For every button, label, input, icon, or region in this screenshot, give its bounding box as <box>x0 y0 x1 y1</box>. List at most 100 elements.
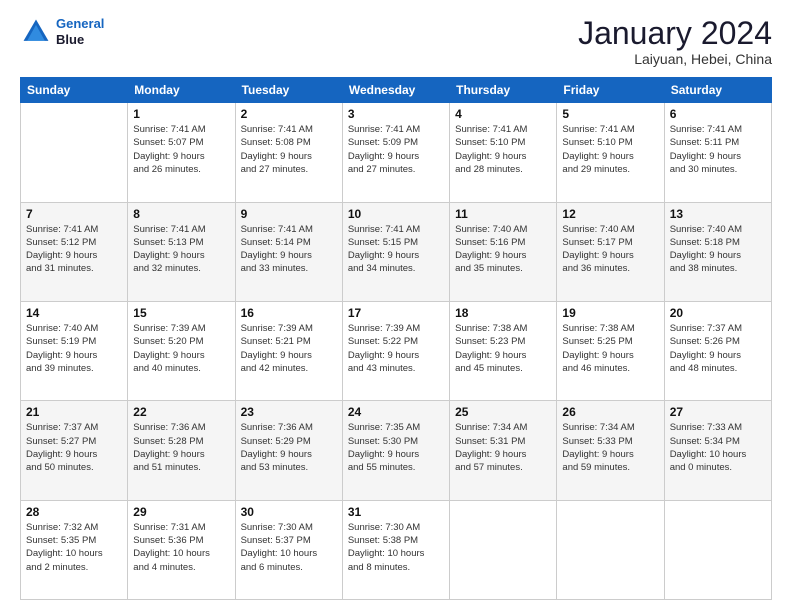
day-cell: 12Sunrise: 7:40 AM Sunset: 5:17 PM Dayli… <box>557 202 664 301</box>
day-cell: 18 Sunrise: 7:38 AM Sunset: 5:23 PM Dayli… <box>450 301 557 400</box>
day-number: 4 <box>455 107 551 121</box>
day-cell: 22 Sunrise: 7:36 AM Sunset: 5:28 PM Dayli… <box>128 401 235 500</box>
day-number: 27 <box>670 405 766 419</box>
day-number: 25 <box>455 405 551 419</box>
day-info: Sunrise: 7:41 AM Sunset: 5:11 PM Dayligh… <box>670 123 766 176</box>
col-header-saturday: Saturday <box>664 78 771 103</box>
day-number: 22 <box>133 405 229 419</box>
day-number: 3 <box>348 107 444 121</box>
day-number: 17 <box>348 306 444 320</box>
page: General Blue January 2024 Laiyuan, Hebei… <box>0 0 792 612</box>
day-info: Sunrise: 7:30 AM Sunset: 5:37 PM Dayligh… <box>241 521 337 574</box>
location: Laiyuan, Hebei, China <box>578 51 772 67</box>
week-row-3: 14Sunrise: 7:40 AM Sunset: 5:19 PM Dayli… <box>21 301 772 400</box>
day-info: Sunrise: 7:41 AM Sunset: 5:12 PM Dayligh… <box>26 223 122 276</box>
day-number: 15 <box>133 306 229 320</box>
col-header-wednesday: Wednesday <box>342 78 449 103</box>
day-cell <box>21 103 128 202</box>
week-row-4: 21 Sunrise: 7:37 AM Sunset: 5:27 PM Dayli… <box>21 401 772 500</box>
logo-icon <box>20 16 52 48</box>
day-number: 23 <box>241 405 337 419</box>
day-number: 19 <box>562 306 658 320</box>
day-number: 16 <box>241 306 337 320</box>
day-number: 11 <box>455 207 551 221</box>
day-number: 28 <box>26 505 122 519</box>
day-cell: 10 Sunrise: 7:41 AM Sunset: 5:15 PM Dayli… <box>342 202 449 301</box>
day-info: Sunrise: 7:35 AM Sunset: 5:30 PM Dayligh… <box>348 421 444 474</box>
day-number: 14 <box>26 306 122 320</box>
title-block: January 2024 Laiyuan, Hebei, China <box>578 16 772 67</box>
day-cell: 2 Sunrise: 7:41 AM Sunset: 5:08 PM Daylig… <box>235 103 342 202</box>
day-info: Sunrise: 7:38 AM Sunset: 5:23 PM Dayligh… <box>455 322 551 375</box>
day-cell: 7 Sunrise: 7:41 AM Sunset: 5:12 PM Daylig… <box>21 202 128 301</box>
day-info: Sunrise: 7:39 AM Sunset: 5:20 PM Dayligh… <box>133 322 229 375</box>
calendar-table: SundayMondayTuesdayWednesdayThursdayFrid… <box>20 77 772 600</box>
day-cell: 31 Sunrise: 7:30 AM Sunset: 5:38 PM Dayli… <box>342 500 449 599</box>
day-cell: 14Sunrise: 7:40 AM Sunset: 5:19 PM Dayli… <box>21 301 128 400</box>
day-number: 21 <box>26 405 122 419</box>
calendar-header-row: SundayMondayTuesdayWednesdayThursdayFrid… <box>21 78 772 103</box>
day-info: Sunrise: 7:32 AM Sunset: 5:35 PM Dayligh… <box>26 521 122 574</box>
day-info: Sunrise: 7:37 AM Sunset: 5:27 PM Dayligh… <box>26 421 122 474</box>
day-info: Sunrise: 7:37 AM Sunset: 5:26 PM Dayligh… <box>670 322 766 375</box>
day-info: Sunrise: 7:39 AM Sunset: 5:22 PM Dayligh… <box>348 322 444 375</box>
day-cell: 15 Sunrise: 7:39 AM Sunset: 5:20 PM Dayli… <box>128 301 235 400</box>
day-cell: 19 Sunrise: 7:38 AM Sunset: 5:25 PM Dayli… <box>557 301 664 400</box>
day-info: Sunrise: 7:40 AM Sunset: 5:17 PM Dayligh… <box>562 223 658 276</box>
day-cell: 16 Sunrise: 7:39 AM Sunset: 5:21 PM Dayli… <box>235 301 342 400</box>
month-title: January 2024 <box>578 16 772 51</box>
day-info: Sunrise: 7:30 AM Sunset: 5:38 PM Dayligh… <box>348 521 444 574</box>
day-info: Sunrise: 7:41 AM Sunset: 5:15 PM Dayligh… <box>348 223 444 276</box>
day-info: Sunrise: 7:41 AM Sunset: 5:09 PM Dayligh… <box>348 123 444 176</box>
day-cell: 17 Sunrise: 7:39 AM Sunset: 5:22 PM Dayli… <box>342 301 449 400</box>
week-row-1: 1Sunrise: 7:41 AM Sunset: 5:07 PM Daylig… <box>21 103 772 202</box>
day-number: 9 <box>241 207 337 221</box>
day-info: Sunrise: 7:38 AM Sunset: 5:25 PM Dayligh… <box>562 322 658 375</box>
day-number: 5 <box>562 107 658 121</box>
day-number: 30 <box>241 505 337 519</box>
day-info: Sunrise: 7:41 AM Sunset: 5:10 PM Dayligh… <box>455 123 551 176</box>
col-header-tuesday: Tuesday <box>235 78 342 103</box>
day-info: Sunrise: 7:41 AM Sunset: 5:08 PM Dayligh… <box>241 123 337 176</box>
col-header-thursday: Thursday <box>450 78 557 103</box>
day-number: 8 <box>133 207 229 221</box>
day-info: Sunrise: 7:34 AM Sunset: 5:31 PM Dayligh… <box>455 421 551 474</box>
week-row-2: 7 Sunrise: 7:41 AM Sunset: 5:12 PM Daylig… <box>21 202 772 301</box>
day-cell <box>450 500 557 599</box>
col-header-monday: Monday <box>128 78 235 103</box>
day-cell: 9Sunrise: 7:41 AM Sunset: 5:14 PM Daylig… <box>235 202 342 301</box>
day-number: 18 <box>455 306 551 320</box>
day-info: Sunrise: 7:40 AM Sunset: 5:18 PM Dayligh… <box>670 223 766 276</box>
day-number: 7 <box>26 207 122 221</box>
day-info: Sunrise: 7:41 AM Sunset: 5:07 PM Dayligh… <box>133 123 229 176</box>
day-info: Sunrise: 7:31 AM Sunset: 5:36 PM Dayligh… <box>133 521 229 574</box>
day-cell <box>557 500 664 599</box>
day-number: 24 <box>348 405 444 419</box>
day-cell: 25 Sunrise: 7:34 AM Sunset: 5:31 PM Dayli… <box>450 401 557 500</box>
day-info: Sunrise: 7:36 AM Sunset: 5:29 PM Dayligh… <box>241 421 337 474</box>
day-info: Sunrise: 7:40 AM Sunset: 5:16 PM Dayligh… <box>455 223 551 276</box>
day-info: Sunrise: 7:39 AM Sunset: 5:21 PM Dayligh… <box>241 322 337 375</box>
day-cell: 4 Sunrise: 7:41 AM Sunset: 5:10 PM Daylig… <box>450 103 557 202</box>
day-number: 26 <box>562 405 658 419</box>
day-cell: 26 Sunrise: 7:34 AM Sunset: 5:33 PM Dayli… <box>557 401 664 500</box>
day-cell: 11 Sunrise: 7:40 AM Sunset: 5:16 PM Dayli… <box>450 202 557 301</box>
day-cell: 13Sunrise: 7:40 AM Sunset: 5:18 PM Dayli… <box>664 202 771 301</box>
col-header-friday: Friday <box>557 78 664 103</box>
day-cell: 29 Sunrise: 7:31 AM Sunset: 5:36 PM Dayli… <box>128 500 235 599</box>
week-row-5: 28 Sunrise: 7:32 AM Sunset: 5:35 PM Dayli… <box>21 500 772 599</box>
day-cell: 23 Sunrise: 7:36 AM Sunset: 5:29 PM Dayli… <box>235 401 342 500</box>
day-cell: 20Sunrise: 7:37 AM Sunset: 5:26 PM Dayli… <box>664 301 771 400</box>
day-cell <box>664 500 771 599</box>
day-number: 10 <box>348 207 444 221</box>
day-cell: 27 Sunrise: 7:33 AM Sunset: 5:34 PM Dayli… <box>664 401 771 500</box>
day-number: 29 <box>133 505 229 519</box>
day-info: Sunrise: 7:34 AM Sunset: 5:33 PM Dayligh… <box>562 421 658 474</box>
day-number: 31 <box>348 505 444 519</box>
day-info: Sunrise: 7:41 AM Sunset: 5:13 PM Dayligh… <box>133 223 229 276</box>
day-cell: 6Sunrise: 7:41 AM Sunset: 5:11 PM Daylig… <box>664 103 771 202</box>
day-number: 2 <box>241 107 337 121</box>
day-info: Sunrise: 7:36 AM Sunset: 5:28 PM Dayligh… <box>133 421 229 474</box>
day-info: Sunrise: 7:41 AM Sunset: 5:10 PM Dayligh… <box>562 123 658 176</box>
day-info: Sunrise: 7:33 AM Sunset: 5:34 PM Dayligh… <box>670 421 766 474</box>
